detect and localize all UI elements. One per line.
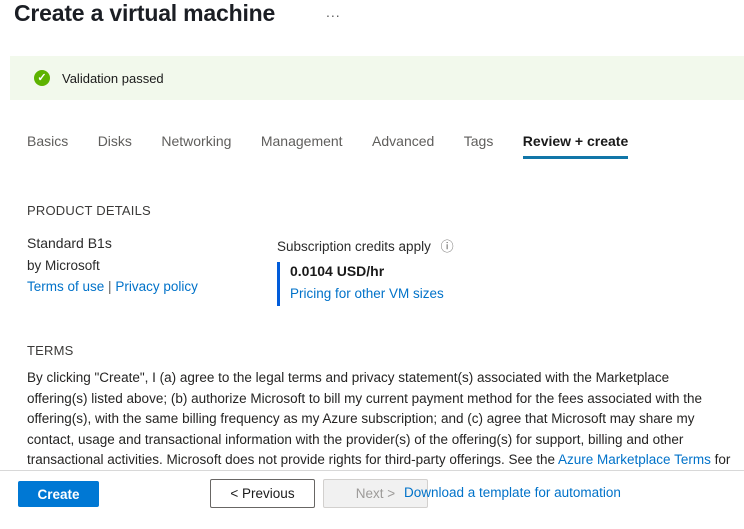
product-details-left: Standard B1s by Microsoft Terms of use |…	[27, 235, 198, 294]
tab-management[interactable]: Management	[261, 133, 343, 156]
validation-status-text: Validation passed	[62, 71, 164, 86]
download-template-link[interactable]: Download a template for automation	[404, 485, 621, 500]
product-legal-links: Terms of use | Privacy policy	[27, 279, 198, 294]
price-box: 0.0104 USD/hr Pricing for other VM sizes	[277, 262, 454, 306]
product-name: Standard B1s	[27, 235, 198, 251]
tab-basics[interactable]: Basics	[27, 133, 68, 156]
tab-review-create[interactable]: Review + create	[523, 133, 628, 159]
link-separator: |	[108, 279, 112, 294]
privacy-policy-link[interactable]: Privacy policy	[115, 279, 198, 294]
ellipsis-icon: ...	[326, 4, 341, 20]
price-value: 0.0104 USD/hr	[290, 263, 454, 279]
create-vm-page: Create a virtual machine ... ✓ Validatio…	[0, 0, 744, 529]
credits-row: Subscription credits apply ⓘ	[277, 236, 454, 255]
pricing-other-vm-sizes-link[interactable]: Pricing for other VM sizes	[290, 286, 444, 301]
tab-disks[interactable]: Disks	[98, 133, 132, 156]
subscription-credits-label: Subscription credits apply	[277, 239, 431, 254]
page-title: Create a virtual machine	[14, 0, 275, 27]
tab-advanced[interactable]: Advanced	[372, 133, 434, 156]
azure-marketplace-terms-link[interactable]: Azure Marketplace Terms	[558, 452, 711, 467]
terms-heading: TERMS	[27, 343, 74, 358]
previous-button[interactable]: < Previous	[210, 479, 315, 508]
success-check-icon: ✓	[34, 70, 50, 86]
create-button[interactable]: Create	[18, 481, 99, 507]
tab-networking[interactable]: Networking	[161, 133, 231, 156]
terms-of-use-link[interactable]: Terms of use	[27, 279, 104, 294]
more-options-button[interactable]: ...	[322, 2, 345, 22]
wizard-tabs: Basics Disks Networking Management Advan…	[27, 133, 653, 159]
info-icon[interactable]: ⓘ	[441, 236, 454, 255]
product-details-pricing: Subscription credits apply ⓘ 0.0104 USD/…	[277, 236, 454, 306]
validation-banner: ✓ Validation passed	[10, 56, 744, 100]
footer-action-bar: Create < Previous Next > Download a temp…	[0, 470, 744, 529]
tab-tags[interactable]: Tags	[464, 133, 494, 156]
product-details-heading: PRODUCT DETAILS	[27, 203, 151, 218]
product-publisher: by Microsoft	[27, 258, 198, 273]
